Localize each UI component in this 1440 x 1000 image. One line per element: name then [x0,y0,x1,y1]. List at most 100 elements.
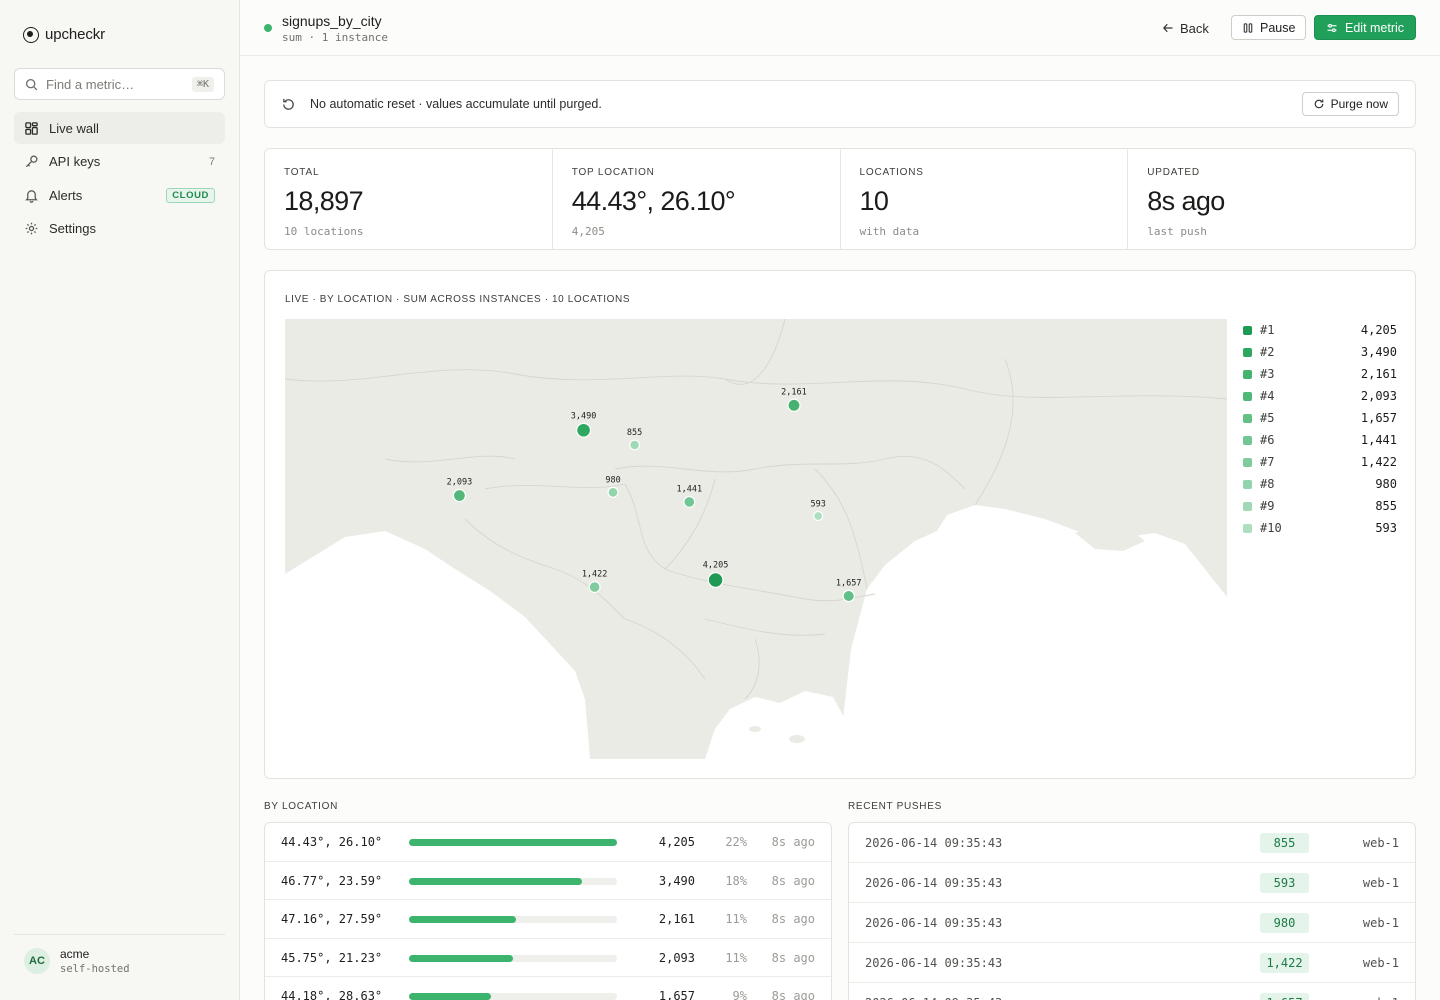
push-instance: web-1 [1362,836,1399,850]
key-icon [24,154,39,169]
pause-icon [1243,22,1253,33]
location-updated: 8s ago [771,835,815,849]
map-point-label: 1,422 [582,570,608,580]
legend-rank: #4 [1260,389,1275,403]
share-bar [409,916,617,923]
stat-sub: 4,205 [571,225,605,238]
purge-now-button[interactable]: Purge now [1301,92,1399,116]
legend-value: 1,441 [1360,433,1397,447]
pause-label: Pause [1260,20,1296,35]
table-row[interactable]: 44.43°, 26.10° 4,205 22% 8s ago [265,823,831,862]
location-percent: 11% [725,950,747,965]
map-point[interactable] [452,488,467,503]
page-title: signups_by_city [282,13,382,29]
push-value-badge: 1,422 [1260,953,1309,973]
legend-item: #3 2,161 [1243,363,1397,385]
location-coord: 47.16°, 27.59° [281,912,383,926]
table-row[interactable]: 46.77°, 23.59° 3,490 18% 8s ago [265,862,831,900]
map-point[interactable] [607,486,619,498]
map-point[interactable] [842,589,855,603]
stat-top-location: TOP LOCATION 44.43°, 26.10° 4,205 [553,149,841,249]
location-coord: 46.77°, 23.59° [281,873,383,888]
sidebar-item-settings[interactable]: Settings [14,213,225,245]
sidebar-item-alerts[interactable]: Alerts CLOUD [14,179,225,211]
location-coord: 44.18°, 28.63° [281,989,383,1000]
legend-swatch [1243,457,1252,467]
legend-rank: #5 [1260,411,1275,425]
map-canvas[interactable]: 4,205 3,490 2,161 2,093 1,657 1,441 1,422 980 85… [285,319,1227,759]
back-button[interactable]: Back [1162,16,1209,40]
push-instance: web-1 [1362,876,1399,890]
location-value: 3,490 [658,873,695,888]
push-value-badge: 593 [1260,873,1309,893]
push-value-badge: 1,657 [1260,993,1309,1000]
push-timestamp: 2026-06-14 09:35:43 [865,916,1003,930]
location-map[interactable]: 4,205 3,490 2,161 2,093 1,657 1,441 1,422 980 85… [285,319,1227,759]
map-point[interactable] [683,495,696,508]
push-value-badge: 980 [1260,913,1309,933]
map-point[interactable] [588,581,601,594]
edit-metric-label: Edit metric [1345,20,1405,35]
cloud-badge: CLOUD [166,187,215,203]
push-timestamp: 2026-06-14 09:35:43 [865,956,1003,970]
location-coord: 44.43°, 26.10° [281,835,383,849]
map-point[interactable] [707,572,724,588]
stat-value: 8s ago [1147,186,1225,216]
push-timestamp: 2026-06-14 09:35:43 [865,836,1003,850]
legend-value: 855 [1375,499,1397,513]
push-instance: web-1 [1362,956,1399,970]
map-point-label: 1,441 [677,484,703,494]
table-row[interactable]: 44.18°, 28.63° 1,657 9% 8s ago [265,977,831,1000]
table-row: 2026-06-14 09:35:43 855 web-1 [849,823,1415,863]
stat-value: 10 [859,186,889,216]
table-row[interactable]: 47.16°, 27.59° 2,161 11% 8s ago [265,900,831,939]
pause-button[interactable]: Pause [1231,15,1307,40]
legend-rank: #10 [1260,521,1282,535]
share-bar [409,839,617,846]
stat-label: UPDATED [1147,167,1200,178]
sidebar-item-api-keys[interactable]: API keys 7 [14,146,225,178]
legend-swatch [1243,391,1252,401]
logo-icon [23,26,39,43]
push-timestamp: 2026-06-14 09:35:43 [865,996,1002,1000]
stat-sub: with data [859,225,920,238]
edit-metric-button[interactable]: Edit metric [1314,15,1417,40]
table-row[interactable]: 45.75°, 21.23° 2,093 11% 8s ago [265,939,831,977]
sidebar-item-label: Settings [49,221,96,236]
map-point-label: 980 [605,475,620,485]
legend-swatch [1243,369,1252,379]
reset-notice: No automatic reset · values accumulate u… [264,80,1416,128]
legend-item: #5 1,657 [1243,407,1397,429]
legend-swatch [1243,435,1252,445]
legend-item: #2 3,490 [1243,341,1397,363]
stat-sub: 10 locations [284,225,364,238]
map-point[interactable] [629,439,641,451]
stat-sub: last push [1147,225,1207,238]
legend-item: #8 980 [1243,473,1397,495]
legend-value: 1,657 [1360,411,1397,425]
search-input[interactable] [46,76,184,92]
legend-swatch [1243,501,1252,511]
purge-now-label: Purge now [1330,97,1388,111]
arrow-left-icon [1163,23,1173,33]
map-point[interactable] [787,398,801,412]
map-legend: #1 4,205 #2 3,490 #3 2,161 #4 2,093 #5 1,657 #6 1,4… [1243,319,1397,539]
map-point[interactable] [576,422,592,438]
push-instance: web-1 [1363,996,1399,1000]
user-account[interactable]: AC acme self-hosted [14,934,225,975]
push-value-badge: 855 [1260,833,1309,853]
map-point[interactable] [813,510,824,522]
legend-swatch [1243,479,1252,489]
search-box[interactable]: ⌘K [14,68,225,100]
location-updated: 8s ago [771,989,815,1000]
legend-rank: #1 [1260,323,1275,337]
table-row: 2026-06-14 09:35:43 980 web-1 [849,903,1415,943]
stat-value: 44.43°, 26.10° [571,186,736,216]
brand-logo[interactable]: upcheckr [23,26,105,43]
reset-icon [283,98,294,110]
legend-item: #1 4,205 [1243,319,1397,341]
recent-pushes-table: 2026-06-14 09:35:43 855 web-1 2026-06-14 09… [848,822,1416,1000]
sidebar-item-label: Live wall [49,120,99,136]
legend-rank: #2 [1260,345,1275,359]
sidebar-item-live-wall[interactable]: Live wall [14,112,225,144]
